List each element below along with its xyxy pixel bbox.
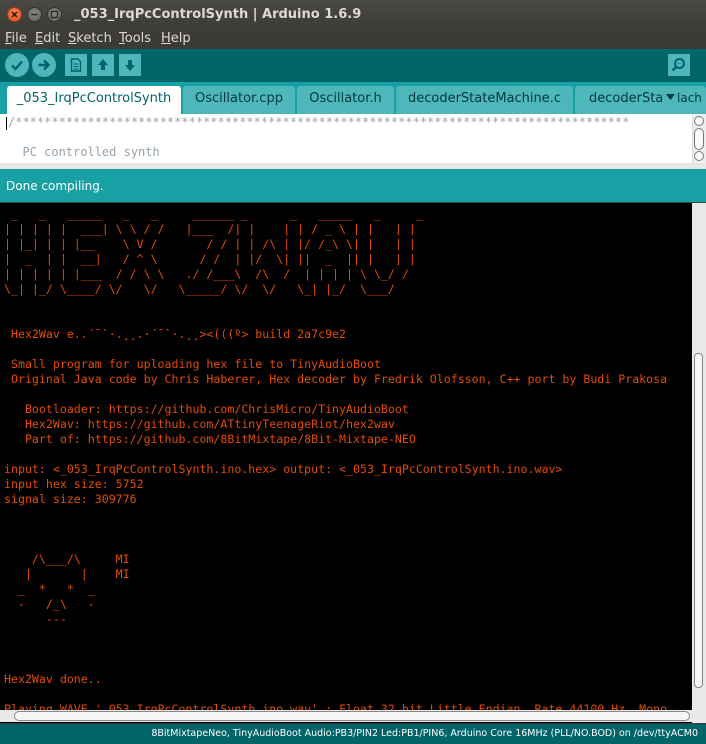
console-line: | | | | | ___| \ \ / / |___ /| | | | / _… xyxy=(4,222,416,236)
serial-monitor-icon xyxy=(671,58,685,72)
console-line: \_| |_/ \____/ \/ \/ \_____/ \/ \/ \_| |… xyxy=(4,282,409,296)
menu-edit[interactable]: Edit xyxy=(35,31,60,46)
console-line: input hex size: 5752 xyxy=(4,477,144,491)
console-line: | | | | | |___ / / \ \ ./ /___\ /\ / | |… xyxy=(4,267,416,281)
console-line: Hex2Wav done.. xyxy=(4,672,102,686)
scroll-thumb[interactable] xyxy=(694,128,704,150)
save-sketch-button[interactable] xyxy=(119,54,141,76)
verify-icon xyxy=(11,60,23,71)
chevron-down-icon: lach xyxy=(664,91,704,105)
console-scroll-thumb[interactable] xyxy=(694,353,703,688)
editor-scrollbar[interactable] xyxy=(692,114,706,163)
status-message: Done compiling. xyxy=(6,179,104,193)
menu-help[interactable]: Help xyxy=(161,31,191,46)
open-sketch-button[interactable] xyxy=(92,54,114,76)
tab-oscillator-h[interactable]: Oscillator.h xyxy=(297,86,394,114)
console-line: | _ | | __| / ^ \ / / | |/ \| || _ || | … xyxy=(4,252,416,266)
tab-oscillator-cpp[interactable]: Oscillator.cpp xyxy=(183,86,295,114)
tab-bar: _053_IrqPcControlSynth Oscillator.cpp Os… xyxy=(0,82,706,114)
scroll-down-arrow[interactable] xyxy=(694,151,704,161)
minimize-icon xyxy=(31,13,38,16)
status-bar: Done compiling. xyxy=(0,169,706,202)
console-line: - /_\ - xyxy=(4,597,95,611)
console-line: | | MI xyxy=(4,567,130,581)
code-editor[interactable]: /***************************************… xyxy=(0,114,706,163)
tab-decoder-state-machine[interactable]: decoderStateMachine.c xyxy=(396,86,573,114)
editor-line: PC controlled synth xyxy=(8,145,160,159)
tab-main-sketch[interactable]: _053_IrqPcControlSynth xyxy=(7,86,181,114)
menu-bar: File Edit Sketch Tools Help xyxy=(0,29,706,49)
window-title: _053_IrqPcControlSynth | Arduino 1.6.9 xyxy=(74,7,362,22)
board-info: 8BitMixtapeNeo, TinyAudioBoot Audio:PB3/… xyxy=(151,728,698,739)
console-line: --- xyxy=(4,612,67,626)
console-output[interactable]: _ _ _____ _ _ ______ _ _ _____ _ _ | | |… xyxy=(0,202,706,723)
console-line: Hex2Wav e..´¯`·.¸¸.·´¯`·.¸¸><(((º> build… xyxy=(4,327,347,341)
console-line: Hex2Wav: https://github.com/ATtinyTeenag… xyxy=(4,417,395,431)
editor-line: /***************************************… xyxy=(8,115,630,129)
console-line: _ * * _ xyxy=(4,582,95,596)
console-line: _ _ _____ _ _ ______ _ _ _____ _ _ xyxy=(4,207,430,221)
svg-text:lach: lach xyxy=(677,91,702,105)
tab-menu-button[interactable]: lach xyxy=(664,90,704,109)
serial-monitor-button[interactable] xyxy=(668,54,690,76)
menu-file[interactable]: File xyxy=(5,31,27,46)
horizontal-scroll-thumb[interactable] xyxy=(14,711,690,721)
menu-sketch[interactable]: Sketch xyxy=(68,31,112,46)
upload-icon xyxy=(38,59,51,71)
console-text: _ _ _____ _ _ ______ _ _ _____ _ _ | | |… xyxy=(4,207,690,717)
console-line: signal size: 309776 xyxy=(4,492,137,506)
console-line: input: <_053_IrqPcControlSynth.ino.hex> … xyxy=(4,462,563,476)
menu-tools[interactable]: Tools xyxy=(119,31,151,46)
upload-button[interactable] xyxy=(32,53,56,77)
save-icon xyxy=(125,60,135,71)
console-line: /\___/\ MI xyxy=(4,552,130,566)
verify-button[interactable] xyxy=(5,53,29,77)
minimize-window-button[interactable] xyxy=(27,7,42,22)
console-line: Original Java code by Chris Haberer, Hex… xyxy=(4,372,668,386)
new-icon xyxy=(70,58,82,72)
console-horizontal-scrollbar[interactable] xyxy=(0,710,692,722)
title-bar: _053_IrqPcControlSynth | Arduino 1.6.9 xyxy=(0,0,706,29)
text-cursor xyxy=(6,117,7,130)
scroll-up-arrow[interactable] xyxy=(694,116,704,126)
close-icon xyxy=(11,11,18,18)
console-line: Part of: https://github.com/8BitMixtape/… xyxy=(4,432,416,446)
console-scrollbar[interactable] xyxy=(692,203,706,723)
maximize-icon xyxy=(50,10,59,19)
console-line: | |_| | | |__ \ V / / / | | /\ | |/ /_\ … xyxy=(4,237,416,251)
toolbar xyxy=(0,49,706,82)
board-status-bar: 8BitMixtapeNeo, TinyAudioBoot Audio:PB3/… xyxy=(0,724,706,744)
maximize-window-button[interactable] xyxy=(47,7,62,22)
close-window-button[interactable] xyxy=(7,7,22,22)
console-line: Small program for uploading hex file to … xyxy=(4,357,381,371)
console-line: Bootloader: https://github.com/ChrisMicr… xyxy=(4,402,409,416)
new-sketch-button[interactable] xyxy=(65,54,87,76)
open-icon xyxy=(98,59,108,70)
